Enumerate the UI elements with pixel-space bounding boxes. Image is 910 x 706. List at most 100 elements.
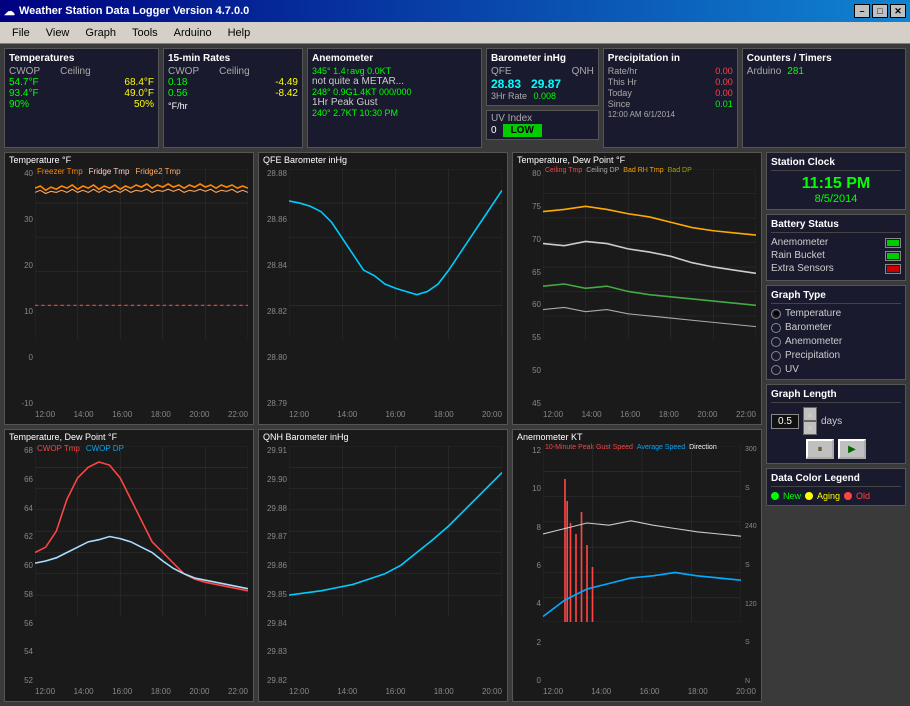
data-color-legend: Data Color Legend New Aging Old: [766, 468, 906, 506]
graphs-area: Temperature °F Freezer Tmp Fridge Tmp Fr…: [4, 152, 762, 702]
graph-baro-qnh-yaxis: 29.91 29.90 29.88 29.87 29.86 29.85 29.8…: [259, 446, 289, 685]
radio-temperature[interactable]: Temperature: [771, 308, 901, 319]
radio-dot-anemometer: [771, 337, 781, 347]
play-button[interactable]: ▶: [838, 439, 866, 459]
maximize-button[interactable]: □: [872, 4, 888, 18]
precip-title: Precipitation in: [608, 53, 733, 64]
menu-view[interactable]: View: [38, 25, 78, 41]
transport-buttons: ⏸ ▶: [771, 439, 901, 459]
temp-ceil-r1: 68.4°F: [124, 77, 154, 88]
temperatures-panel: Temperatures CWOP Ceiling 54.7°F 68.4°F …: [4, 48, 159, 148]
baro-3hr-val: 0.008: [534, 91, 557, 101]
menu-graph[interactable]: Graph: [77, 25, 124, 41]
battery-extra-indicator: [885, 264, 901, 274]
radio-label-barometer: Barometer: [785, 322, 832, 333]
graph-baro-qnh-xaxis: 12:00 14:00 16:00 18:00 20:00: [289, 685, 502, 701]
menu-file[interactable]: File: [4, 25, 38, 41]
menu-tools[interactable]: Tools: [124, 25, 166, 41]
temp-title: Temperatures: [9, 53, 154, 64]
rates-title: 15-min Rates: [168, 53, 298, 64]
temp-cwop-r1: 54.7°F: [9, 77, 39, 88]
legend-old-dot: [844, 492, 852, 500]
graph-length-unit: days: [821, 416, 842, 427]
graph-baro-qfe: QFE Barometer inHg 28.88 28.86 28.84 28.…: [258, 152, 508, 425]
uv-value: 0: [491, 125, 497, 136]
radio-label-anemometer: Anemometer: [785, 336, 842, 347]
precip-thishr-val: 0.00: [715, 77, 733, 87]
radio-precipitation[interactable]: Precipitation: [771, 350, 901, 361]
temp-ceil-r3: 50%: [134, 99, 154, 110]
arduino-label: Arduino: [747, 66, 781, 77]
radio-dot-barometer: [771, 323, 781, 333]
precip-since-val: 0.01: [715, 99, 733, 109]
anem-line1: 345° 1.4↑avg 0.0KT: [312, 66, 477, 76]
battery-rain: Rain Bucket: [771, 250, 901, 261]
pause-button[interactable]: ⏸: [806, 439, 834, 459]
temp-cwop-label: CWOP: [9, 66, 40, 77]
titlebar-left: ☁ Weather Station Data Logger Version 4.…: [4, 5, 249, 18]
graph-temp-top-title: Temperature °F: [5, 153, 253, 167]
radio-anemometer[interactable]: Anemometer: [771, 336, 901, 347]
menu-arduino[interactable]: Arduino: [166, 25, 220, 41]
graph-temp-top: Temperature °F Freezer Tmp Fridge Tmp Fr…: [4, 152, 254, 425]
radio-dot-uv: [771, 365, 781, 375]
graph-length-up[interactable]: ▲: [803, 407, 817, 421]
uv-label: UV Index: [491, 113, 532, 124]
color-legend-items: New Aging Old: [771, 491, 901, 501]
graph-anem-xaxis: 12:00 14:00 16:00 18:00 20:00: [543, 685, 756, 701]
baro-title: Barometer inHg: [491, 53, 594, 64]
legend-aging-dot: [805, 492, 813, 500]
graph-type-title: Graph Type: [771, 290, 901, 304]
rates-cwop-r2: 0.56: [168, 88, 187, 99]
radio-label-temperature: Temperature: [785, 308, 841, 319]
graph-row-bottom: Temperature, Dew Point °F CWOP Tmp CWOP …: [4, 429, 762, 702]
graph-temp-dew-bot-title: Temperature, Dew Point °F: [5, 430, 253, 444]
radio-label-precipitation: Precipitation: [785, 350, 840, 361]
graph-cwop-xaxis: 12:00 14:00 16:00 18:00 20:00 22:00: [35, 685, 248, 701]
graph-type-options: Temperature Barometer Anemometer Precipi…: [771, 308, 901, 375]
uv-panel: UV Index 0 LOW: [486, 110, 599, 140]
legend-aging-label: Aging: [817, 491, 840, 501]
baro-qfe-label: QFE: [491, 66, 512, 77]
graph-anemometer: Anemometer KT 10-Minute Peak Gust Speed …: [512, 429, 762, 702]
minimize-button[interactable]: –: [854, 4, 870, 18]
radio-label-uv: UV: [785, 364, 799, 375]
menu-help[interactable]: Help: [220, 25, 259, 41]
precip-date: 12:00 AM 6/1/2014: [608, 110, 733, 119]
baro-qnh-val: 29.87: [531, 77, 561, 91]
battery-status: Battery Status Anemometer Rain Bucket Ex…: [766, 214, 906, 281]
station-clock: Station Clock 11:15 PM 8/5/2014: [766, 152, 906, 210]
precip-today-label: Today: [608, 88, 632, 98]
counters-title: Counters / Timers: [747, 53, 901, 64]
close-button[interactable]: ✕: [890, 4, 906, 18]
graph-cwop-yaxis: 68 66 64 62 60 58 56 54 52: [5, 446, 35, 685]
radio-barometer[interactable]: Barometer: [771, 322, 901, 333]
graph-baro-qnh-title: QNH Barometer inHg: [259, 430, 507, 444]
temp-ceil-r2: 49.0°F: [124, 88, 154, 99]
graph-temp-dew-bot: Temperature, Dew Point °F CWOP Tmp CWOP …: [4, 429, 254, 702]
graph-temp-dew-yaxis: 80 75 70 65 60 55 50 45: [513, 169, 543, 408]
radio-uv[interactable]: UV: [771, 364, 901, 375]
battery-anem-indicator: [885, 238, 901, 248]
bottom-section: Temperature °F Freezer Tmp Fridge Tmp Fr…: [4, 152, 906, 702]
graph-length-input[interactable]: [771, 414, 799, 429]
temp-cwop-r2: 93.4°F: [9, 88, 39, 99]
precip-thishr-label: This Hr: [608, 77, 637, 87]
graph-baro-qfe-yaxis: 28.88 28.86 28.84 28.82 28.80 28.79: [259, 169, 289, 408]
graph-anem-svg: [543, 446, 741, 622]
baro-3hr-label: 3Hr Rate: [491, 91, 527, 101]
graph-length-row: ▲ ▼ days: [771, 407, 901, 435]
graph-baro-qnh: QNH Barometer inHg 29.91 29.90 29.88 29.…: [258, 429, 508, 702]
rates-cwop-r1: 0.18: [168, 77, 187, 88]
precip-ratehr-val: 0.00: [715, 66, 733, 76]
anem-line2: not quite a METAR...: [312, 76, 477, 87]
app-title: Weather Station Data Logger Version 4.7.…: [19, 5, 249, 17]
barometer-panel: Barometer inHg QFE QNH 28.83 29.87 3Hr R…: [486, 48, 599, 106]
graph-length-down[interactable]: ▼: [803, 421, 817, 435]
graph-temp-dew-top: Temperature, Dew Point °F Ceiling Tmp Ce…: [512, 152, 762, 425]
counters-panel: Counters / Timers Arduino 281: [742, 48, 906, 148]
rates-ceil-label: Ceiling: [219, 66, 250, 77]
battery-rain-label: Rain Bucket: [771, 250, 825, 261]
graph-baro-qfe-title: QFE Barometer inHg: [259, 153, 507, 167]
battery-anem-label: Anemometer: [771, 237, 828, 248]
